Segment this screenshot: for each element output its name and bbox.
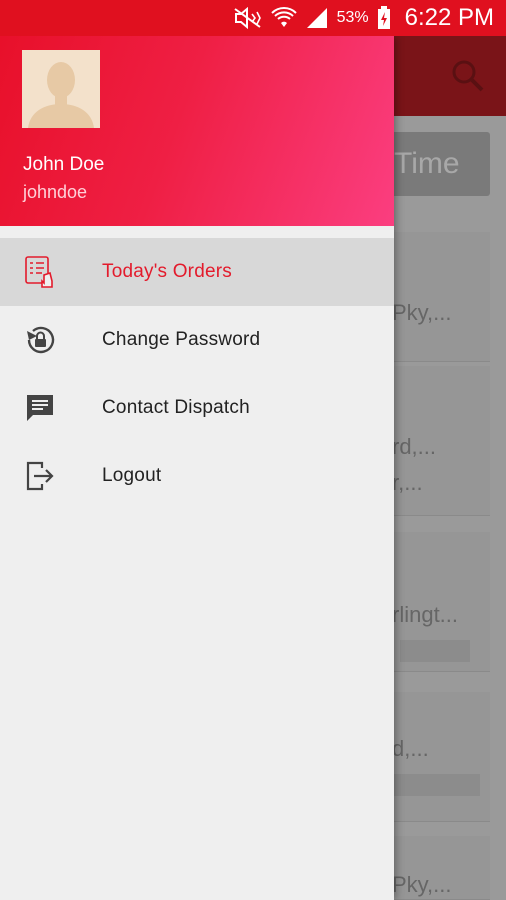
menu-label: Logout bbox=[102, 465, 162, 486]
menu-item-contact-dispatch[interactable]: Contact Dispatch bbox=[0, 374, 394, 442]
battery-percent: 53% bbox=[336, 9, 369, 26]
orders-list-icon bbox=[22, 254, 58, 290]
user-name: John Doe bbox=[23, 154, 105, 175]
logout-icon bbox=[22, 458, 58, 494]
search-icon[interactable] bbox=[450, 58, 486, 94]
user-avatar-icon bbox=[22, 50, 100, 128]
status-time: 6:22 PM bbox=[404, 4, 494, 31]
drawer-menu: Today's Orders Change Password Contact D… bbox=[0, 238, 394, 510]
lock-reset-icon bbox=[22, 322, 58, 358]
status-bar: 53% 6:22 PM bbox=[0, 0, 506, 36]
mute-icon bbox=[233, 7, 263, 29]
menu-item-logout[interactable]: Logout bbox=[0, 442, 394, 510]
avatar bbox=[22, 50, 100, 128]
wifi-icon bbox=[270, 7, 297, 29]
battery-charging-icon bbox=[377, 6, 391, 30]
menu-item-todays-orders[interactable]: Today's Orders bbox=[0, 238, 394, 306]
menu-label: Change Password bbox=[102, 329, 261, 350]
placeholder-bar bbox=[390, 774, 480, 796]
navigation-drawer: John Doe johndoe Today's Orders Change P… bbox=[0, 36, 394, 900]
drawer-header: John Doe johndoe bbox=[0, 36, 394, 226]
menu-label: Today's Orders bbox=[102, 261, 232, 282]
menu-item-change-password[interactable]: Change Password bbox=[0, 306, 394, 374]
placeholder-bar bbox=[400, 640, 470, 662]
message-icon bbox=[22, 390, 58, 426]
user-username: johndoe bbox=[23, 182, 88, 202]
signal-icon bbox=[305, 7, 329, 29]
menu-label: Contact Dispatch bbox=[102, 397, 250, 418]
